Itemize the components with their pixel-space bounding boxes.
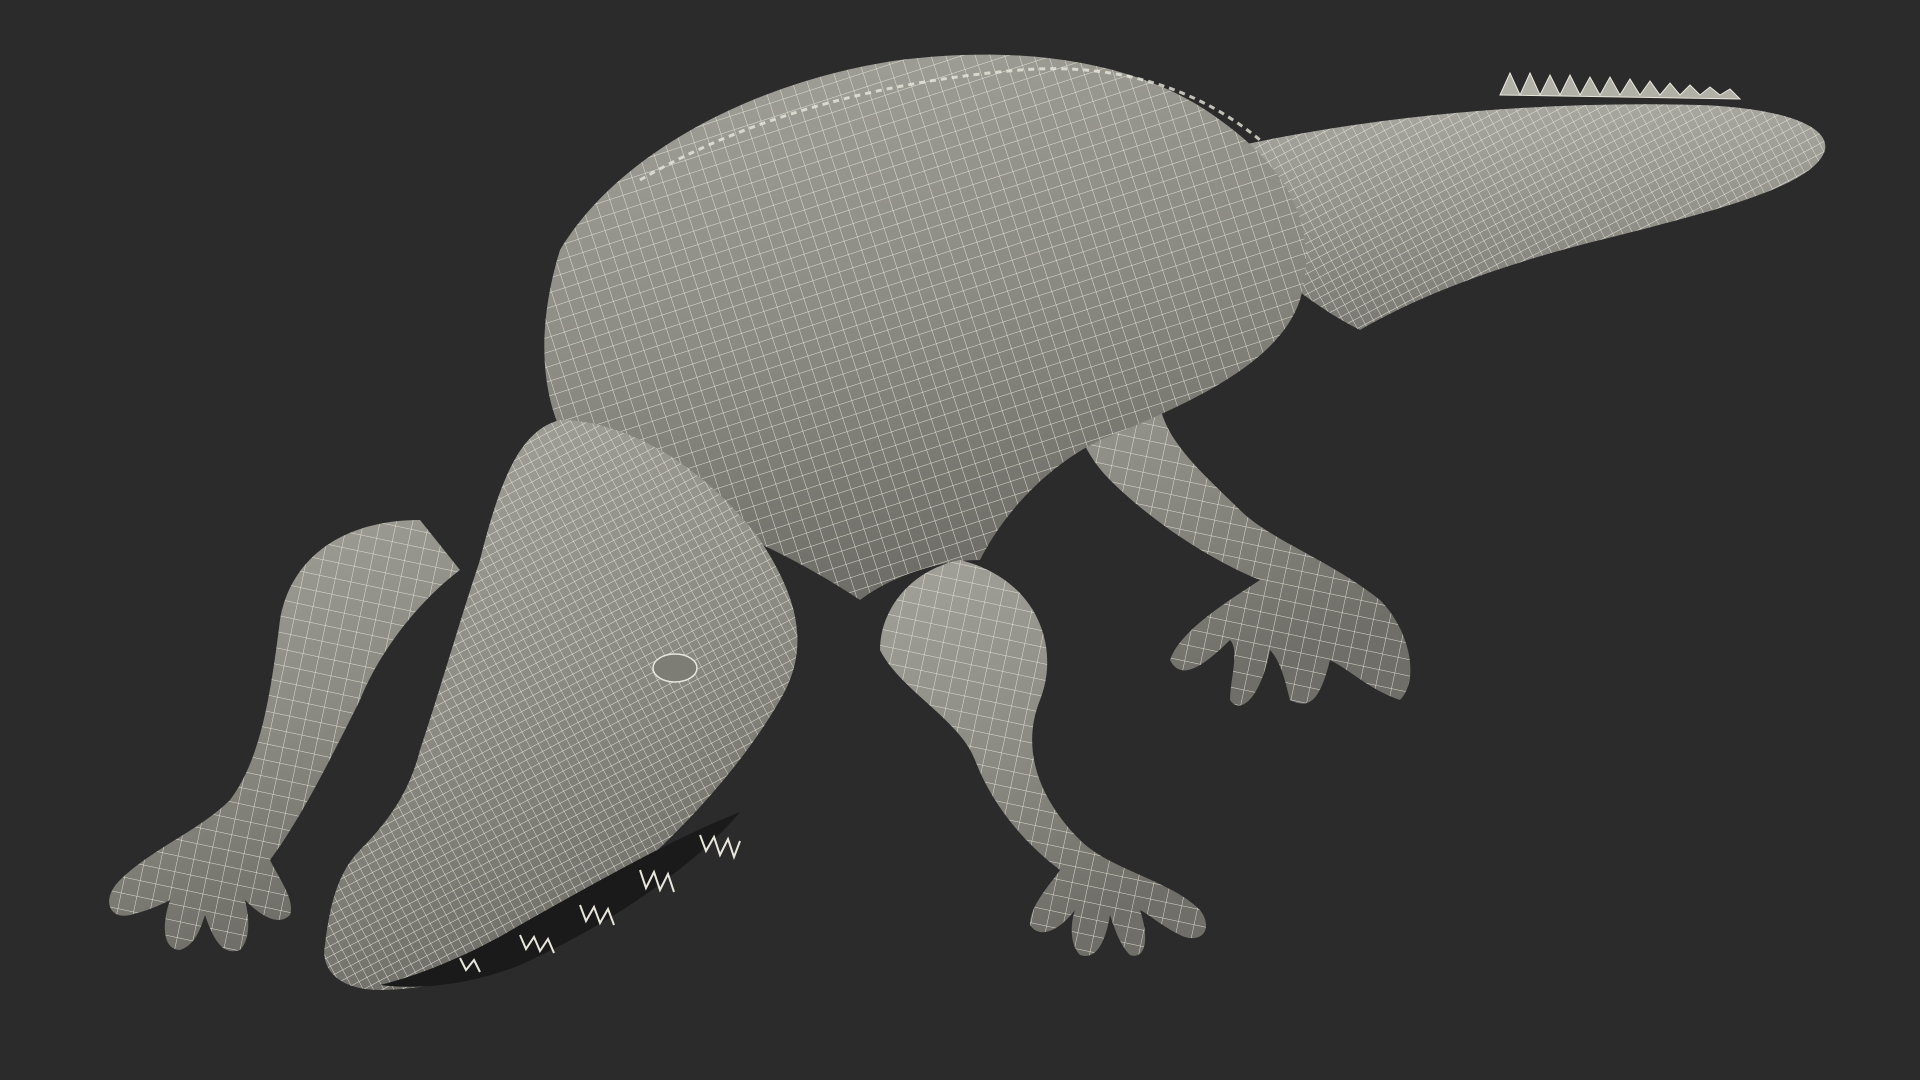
render-viewport — [0, 0, 1920, 1080]
crocodile-render — [0, 0, 1920, 1080]
crocodile-eye — [652, 653, 698, 683]
